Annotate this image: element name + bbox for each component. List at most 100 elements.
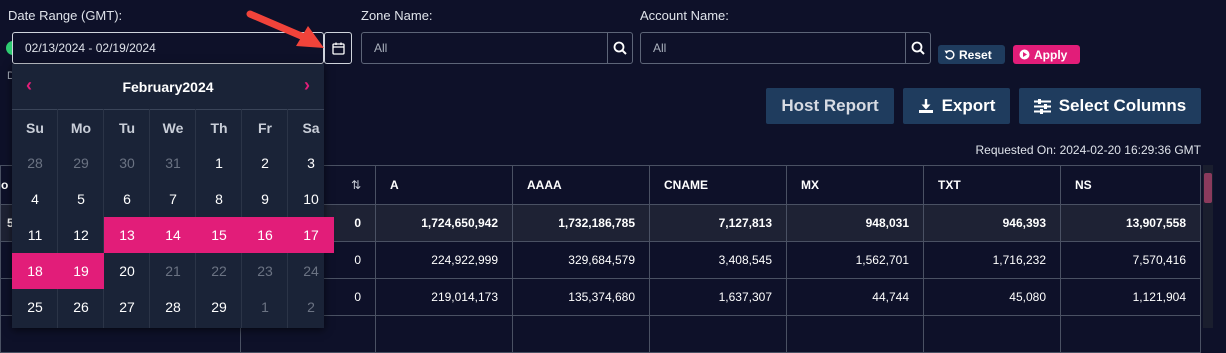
reset-button[interactable]: Reset [938, 45, 1005, 64]
table-cell: 329,684,579 [512, 241, 650, 279]
table-cell: 44,744 [786, 278, 924, 316]
table-cell: 45,080 [923, 278, 1061, 316]
scrollbar-thumb[interactable] [1204, 173, 1212, 203]
calendar-day[interactable]: 4 [12, 181, 58, 217]
calendar-day[interactable]: 20 [104, 253, 150, 289]
calendar-day[interactable]: 2 [288, 289, 334, 325]
table-cell: 1,562,701 [786, 241, 924, 279]
calendar-day[interactable]: 10 [288, 181, 334, 217]
table-cell: 1,716,232 [923, 241, 1061, 279]
date-range-value: 02/13/2024 - 02/19/2024 [25, 41, 156, 55]
reset-icon [944, 50, 955, 60]
weekday-header: Sa [302, 120, 320, 136]
table-cell [375, 315, 513, 353]
calendar-day[interactable]: 27 [104, 289, 150, 325]
calendar-day-selected[interactable]: 17 [288, 217, 334, 253]
weekday-header: Th [210, 120, 228, 136]
column-header-a[interactable]: A [375, 165, 513, 205]
calendar-day[interactable]: 29 [58, 145, 104, 181]
table-cell [923, 315, 1061, 353]
account-search-button[interactable] [905, 33, 930, 63]
calendar-day[interactable]: 28 [150, 289, 196, 325]
calendar-day-selected[interactable]: 18 [12, 253, 58, 289]
column-header-txt[interactable]: TXT [923, 165, 1061, 205]
table-cell: 946,393 [923, 204, 1061, 242]
apply-icon [1019, 49, 1030, 60]
calendar-day-selected[interactable]: 15 [196, 217, 242, 253]
table-cell: 1,724,650,942 [375, 204, 513, 242]
account-name-input[interactable]: All [640, 32, 931, 64]
requested-on-text: Requested On: 2024-02-20 16:29:36 GMT [975, 143, 1201, 157]
export-label: Export [941, 96, 996, 115]
calendar-day[interactable]: 1 [242, 289, 288, 325]
weekday-header: Mo [70, 120, 92, 136]
table-cell: 219,014,173 [375, 278, 513, 316]
account-name-placeholder: All [653, 41, 667, 55]
table-cell: 224,922,999 [375, 241, 513, 279]
calendar-day[interactable]: 2 [242, 145, 288, 181]
next-month-icon[interactable]: › [304, 75, 310, 96]
calendar-day[interactable]: 7 [150, 181, 196, 217]
table-cell: 7,127,813 [649, 204, 787, 242]
calendar-day[interactable]: 9 [242, 181, 288, 217]
calendar-day[interactable]: 26 [58, 289, 104, 325]
table-cell: 3,408,545 [649, 241, 787, 279]
calendar-day[interactable]: 24 [288, 253, 334, 289]
calendar-day[interactable]: 23 [242, 253, 288, 289]
calendar-day[interactable]: 21 [150, 253, 196, 289]
calendar-day[interactable]: 3 [288, 145, 334, 181]
zone-search-button[interactable] [607, 33, 632, 63]
table-cell: 7,570,416 [1060, 241, 1201, 279]
table-cell [512, 315, 650, 353]
zone-name-input[interactable]: All [361, 32, 633, 64]
zone-name-label: Zone Name: [361, 8, 433, 23]
table-cell: 948,031 [786, 204, 924, 242]
column-header-ns[interactable]: NS [1060, 165, 1201, 205]
calendar-day[interactable]: 1 [196, 145, 242, 181]
table-scrollbar[interactable] [1203, 165, 1213, 328]
calendar-day[interactable]: 30 [104, 145, 150, 181]
calendar-header: ‹ February2024 › [12, 64, 324, 110]
download-icon [918, 99, 933, 113]
calendar-day-selected[interactable]: 19 [58, 253, 104, 289]
calendar-day[interactable]: 11 [12, 217, 58, 253]
account-name-label: Account Name: [640, 8, 729, 23]
column-header-aaaa[interactable]: AAAA [512, 165, 650, 205]
calendar-day[interactable]: 25 [12, 289, 58, 325]
table-cell [649, 315, 787, 353]
apply-label: Apply [1034, 47, 1068, 62]
column-header-mx[interactable]: MX [786, 165, 924, 205]
search-icon [911, 41, 925, 55]
search-icon [613, 41, 627, 55]
zone-name-placeholder: All [374, 41, 388, 55]
host-report-button[interactable]: Host Report [766, 88, 894, 124]
calendar-day[interactable]: 31 [150, 145, 196, 181]
table-cell [1060, 315, 1201, 353]
calendar-day-selected[interactable]: 14 [150, 217, 196, 253]
calendar-day[interactable]: 5 [58, 181, 104, 217]
calendar-month-title: February2024 [122, 79, 214, 95]
reset-label: Reset [959, 47, 992, 62]
column-header-cname[interactable]: CNAME [649, 165, 787, 205]
calendar-day[interactable]: 29 [196, 289, 242, 325]
calendar-day[interactable]: 8 [196, 181, 242, 217]
weekday-header: Fr [258, 120, 272, 136]
weekday-header: Tu [118, 120, 136, 136]
weekday-header: We [162, 120, 184, 136]
table-cell: 1,637,307 [649, 278, 787, 316]
calendar-day[interactable]: 12 [58, 217, 104, 253]
weekday-header: Su [26, 120, 44, 136]
calendar-day-selected[interactable]: 13 [104, 217, 150, 253]
calendar-day[interactable]: 28 [12, 145, 58, 181]
calendar-day-selected[interactable]: 16 [242, 217, 288, 253]
annotation-arrow-icon [246, 10, 324, 48]
select-columns-button[interactable]: Select Columns [1019, 88, 1201, 124]
date-picker-calendar: ‹ February2024 › Su Mo Tu We Th Fr Sa 28 29 30 31 1… [12, 64, 334, 328]
table-cell: 1,121,904 [1060, 278, 1201, 316]
calendar-day[interactable]: 6 [104, 181, 150, 217]
apply-button[interactable]: Apply [1013, 45, 1080, 64]
date-range-label: Date Range (GMT): [8, 8, 123, 23]
export-button[interactable]: Export [903, 88, 1010, 124]
calendar-day[interactable]: 22 [196, 253, 242, 289]
select-columns-label: Select Columns [1058, 96, 1187, 115]
